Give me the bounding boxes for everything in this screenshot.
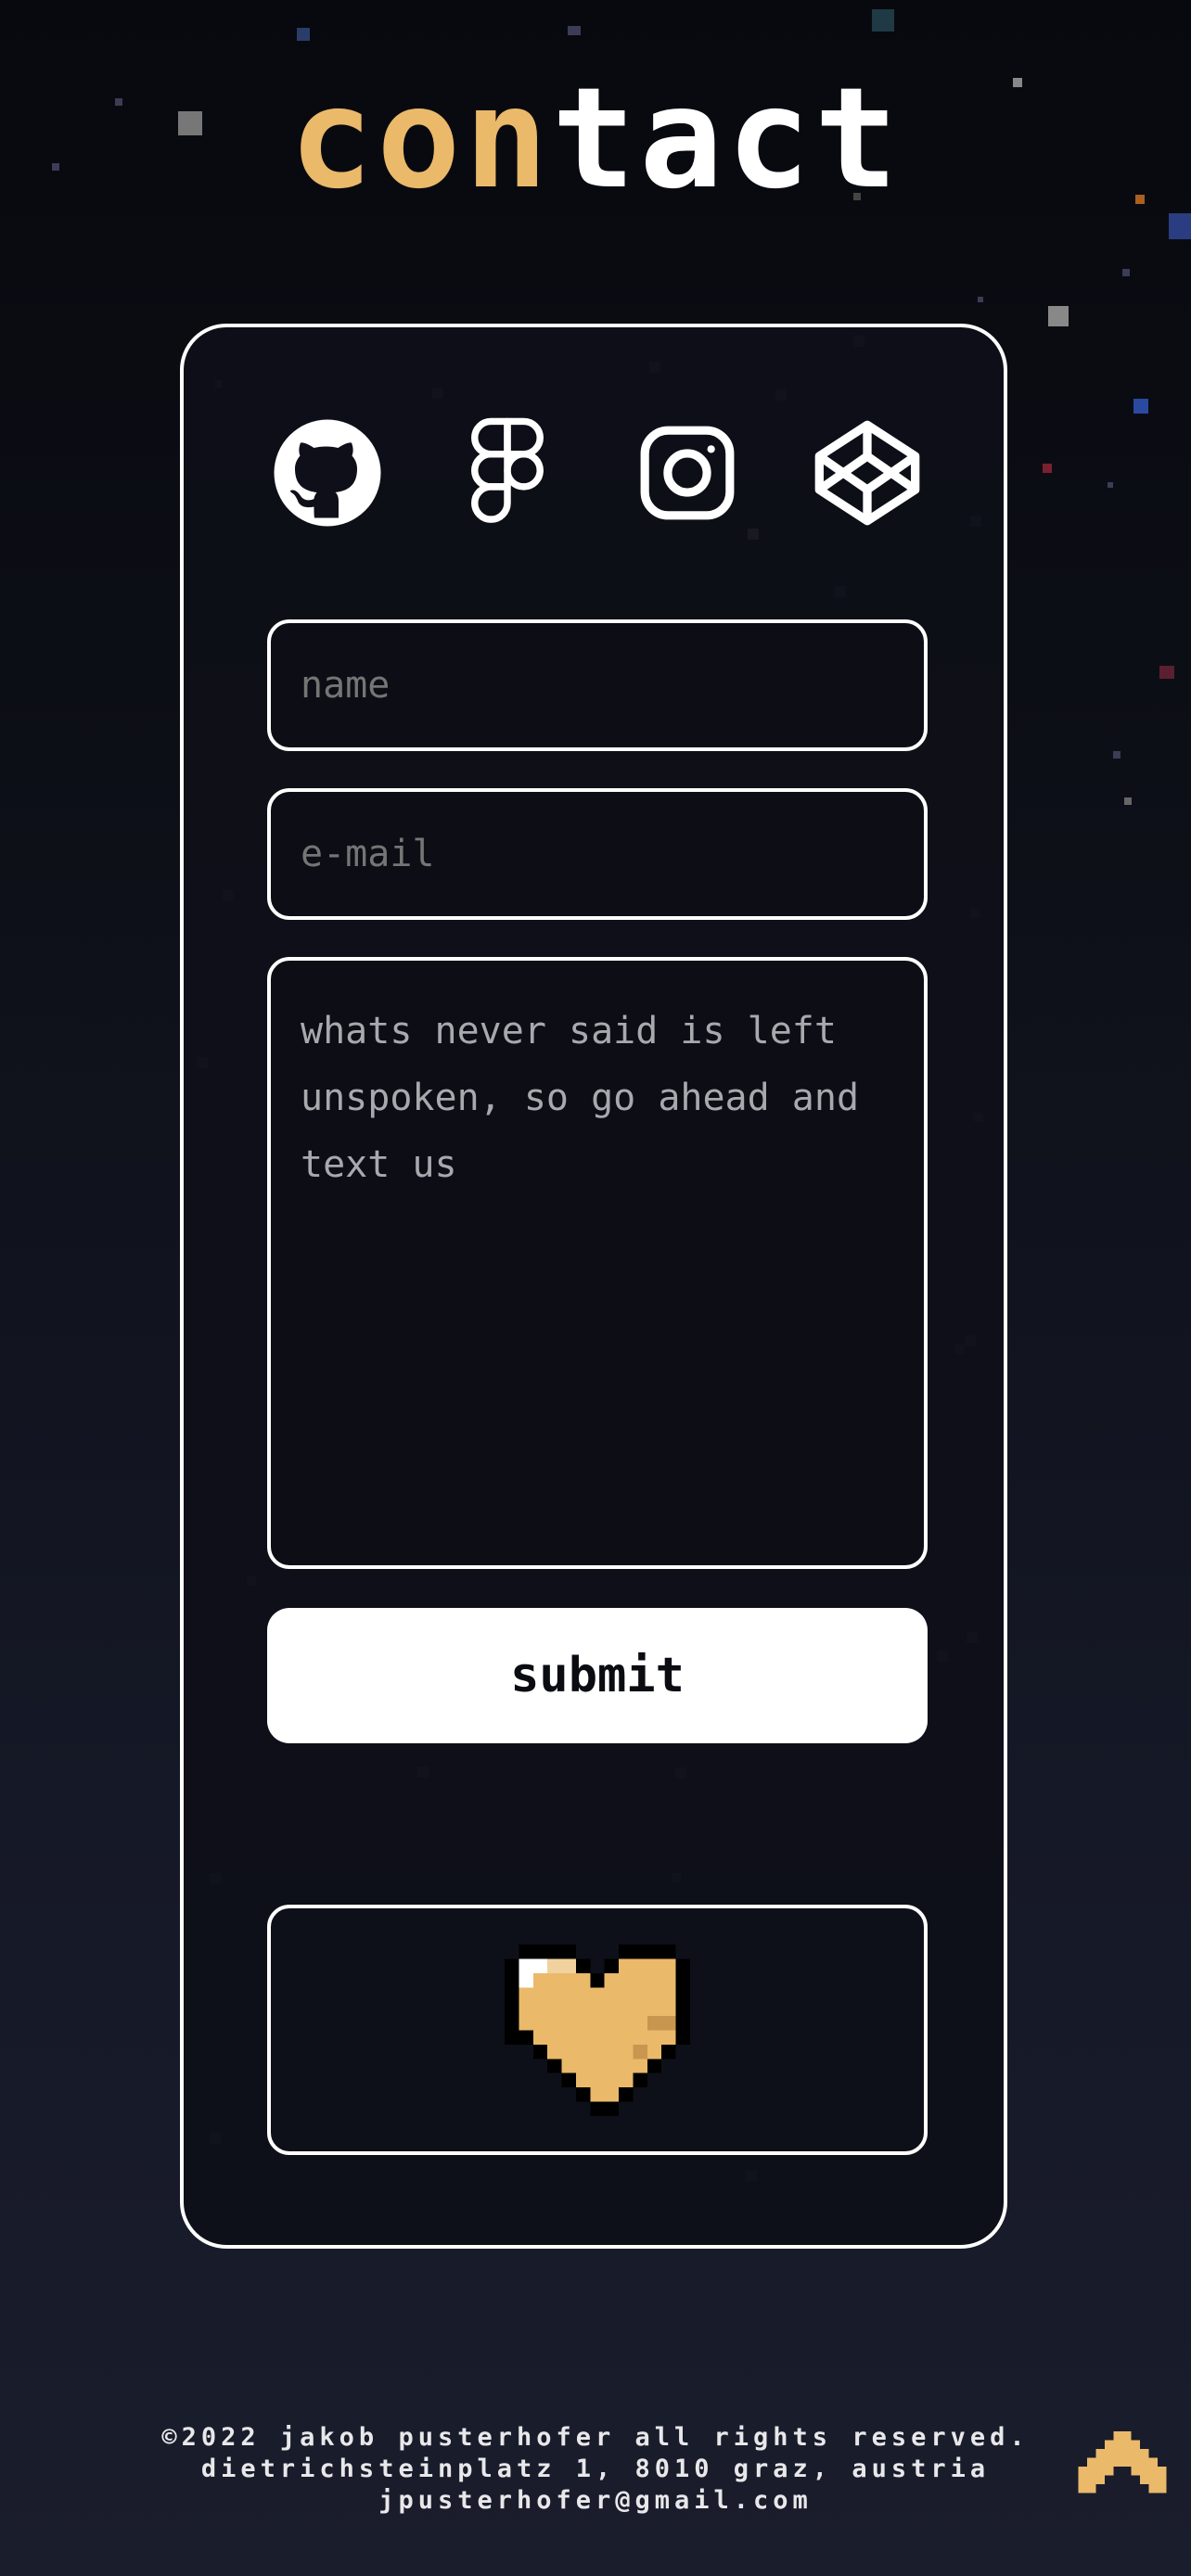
- footer: ©2022 jakob pusterhofer all rights reser…: [0, 2422, 1191, 2517]
- name-input[interactable]: [267, 619, 928, 751]
- page-title-accent: con: [288, 58, 552, 220]
- github-icon: [274, 419, 381, 527]
- github-link[interactable]: [267, 413, 388, 533]
- figma-link[interactable]: [447, 413, 568, 533]
- footer-email[interactable]: jpusterhofer@gmail.com: [0, 2485, 1191, 2517]
- instagram-icon: [640, 426, 735, 520]
- heart-box: [267, 1905, 928, 2155]
- figma-icon: [471, 417, 544, 523]
- contact-card: whats never said is left unspoken, so go…: [180, 324, 1007, 2249]
- submit-button[interactable]: submit: [267, 1608, 928, 1743]
- chevron-up-icon: [1078, 2431, 1167, 2493]
- message-textarea[interactable]: whats never said is left unspoken, so go…: [267, 957, 928, 1569]
- back-to-top-button[interactable]: [1076, 2431, 1169, 2502]
- codepen-link[interactable]: [807, 413, 928, 533]
- footer-address: dietrichsteinplatz 1, 8010 graz, austria: [200, 2455, 991, 2483]
- page-title: contact: [0, 65, 1191, 213]
- social-links: [267, 413, 928, 533]
- footer-copyright: ©2022 jakob pusterhofer all rights reser…: [161, 2423, 1030, 2452]
- pixel-heart-icon: [505, 1944, 690, 2116]
- page-title-rest: tact: [551, 58, 903, 220]
- codepen-icon: [814, 420, 920, 526]
- instagram-link[interactable]: [627, 413, 748, 533]
- message-placeholder: whats never said is left unspoken, so go…: [301, 1010, 860, 1186]
- email-input[interactable]: [267, 788, 928, 920]
